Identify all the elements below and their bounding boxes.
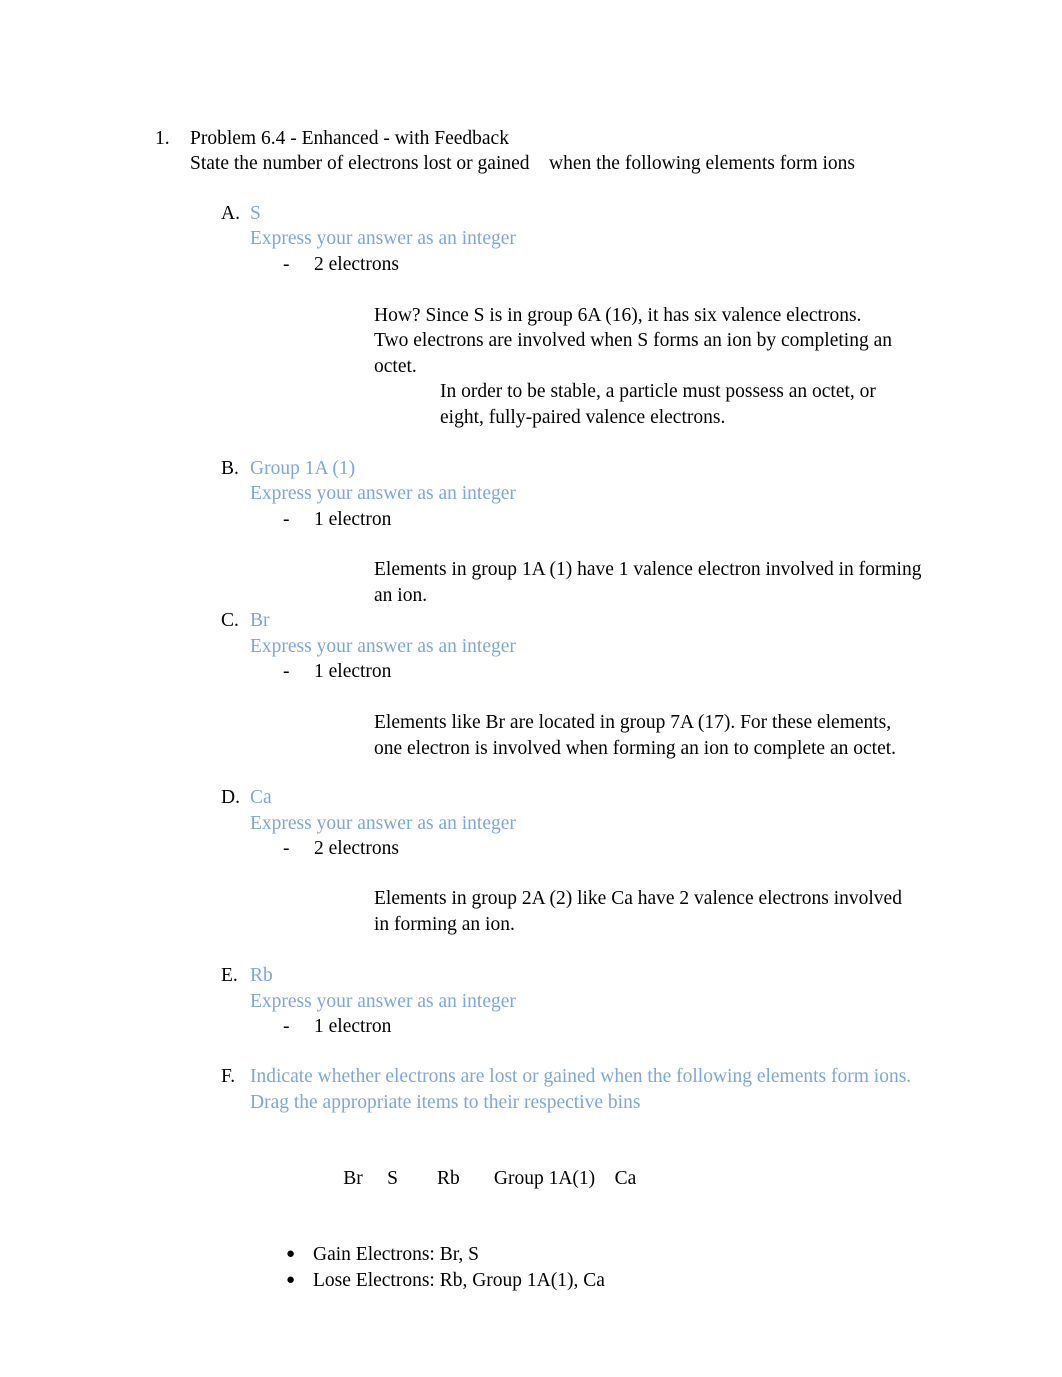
part-c-express-label: Express your answer as an integer (250, 635, 516, 657)
answer-dash-marker: - (283, 1015, 290, 1037)
part-e-body: Rb Express your answer as an integer (250, 963, 1022, 1014)
part-f-instruction-line2: Drag the appropriate items to their resp… (250, 1091, 641, 1113)
part-a-explanation-indented: In order to be stable, a particle must p… (440, 381, 876, 428)
answer-dash-marker: - (283, 660, 290, 682)
part-b-express-label: Express your answer as an integer (250, 483, 516, 505)
part-c: C. Br Express your answer as an integer (0, 608, 1062, 659)
bin-lose-electrons: ● Lose Electrons: Rb, Group 1A(1), Ca (0, 1268, 1062, 1293)
part-b-subject: Group 1A (1) (250, 458, 356, 480)
part-d: D. Ca Express your answer as an integer (0, 785, 1062, 836)
problem-body: Problem 6.4 - Enhanced - with Feedback S… (190, 126, 1022, 177)
part-d-subject: Ca (250, 787, 272, 809)
drag-items-row[interactable]: Br S Rb Group 1A(1) Ca (314, 1140, 1062, 1216)
part-a-answer-row: - 2 electrons (0, 252, 1062, 277)
part-e-subject: Rb (250, 965, 273, 987)
part-a-subject: S (250, 202, 261, 224)
problem-title: Problem 6.4 - Enhanced - with Feedback (190, 128, 509, 149)
part-f-marker: F. (221, 1066, 236, 1088)
part-a-answer: 2 electrons (314, 253, 400, 275)
part-b: B. Group 1A (1) Express your answer as a… (0, 456, 1062, 507)
bullet-dot-icon: ● (286, 1271, 296, 1288)
part-d-express-label: Express your answer as an integer (250, 812, 516, 834)
part-d-marker: D. (221, 787, 240, 809)
drag-item-ca[interactable]: Ca (615, 1168, 637, 1189)
part-c-subject: Br (250, 610, 270, 632)
tab-gap-1 (363, 1168, 387, 1189)
part-a-explanation: How? Since S is in group 6A (16), it has… (374, 305, 892, 377)
part-b-explanation: Elements in group 1A (1) have 1 valence … (374, 559, 922, 606)
part-c-marker: C. (221, 610, 239, 632)
part-b-answer-row: - 1 electron (0, 507, 1062, 532)
part-e: E. Rb Express your answer as an integer (0, 963, 1062, 1014)
part-e-answer: 1 electron (314, 1015, 392, 1037)
part-a-marker: A. (221, 202, 240, 224)
part-b-body: Group 1A (1) Express your answer as an i… (250, 456, 1022, 507)
document-body: 1. Problem 6.4 - Enhanced - with Feedbac… (0, 0, 1062, 1293)
part-e-marker: E. (221, 965, 238, 987)
part-e-express-label: Express your answer as an integer (250, 990, 516, 1012)
part-c-answer: 1 electron (314, 660, 392, 682)
problem-prompt: State the number of electrons lost or ga… (190, 153, 856, 175)
answer-dash-marker: - (283, 508, 290, 530)
bin-gain-electrons: ● Gain Electrons: Br, S (0, 1242, 1062, 1267)
bullet-dot-icon: ● (286, 1246, 296, 1263)
part-a-body: S Express your answer as an integer (250, 201, 1022, 252)
drag-item-rb[interactable]: Rb (437, 1168, 460, 1189)
answer-dash-marker: - (283, 837, 290, 859)
tab-gap-3 (460, 1168, 494, 1189)
part-d-answer: 2 electrons (314, 837, 400, 859)
part-a: A. S Express your answer as an integer (0, 201, 1062, 252)
answer-dash-marker: - (283, 253, 290, 275)
list-marker-1: 1. (155, 128, 170, 149)
part-a-express-label: Express your answer as an integer (250, 228, 516, 250)
part-f-instruction-line1: Indicate whether electrons are lost or g… (250, 1066, 912, 1088)
part-f-body: Indicate whether electrons are lost or g… (250, 1064, 1022, 1115)
bin-lose-electrons-text: Lose Electrons: Rb, Group 1A(1), Ca (313, 1269, 605, 1291)
part-c-explanation: Elements like Br are located in group 7A… (374, 712, 897, 759)
bin-gain-electrons-text: Gain Electrons: Br, S (313, 1244, 480, 1266)
part-b-marker: B. (221, 458, 239, 480)
part-f: F. Indicate whether electrons are lost o… (0, 1064, 1062, 1115)
part-b-answer: 1 electron (314, 508, 392, 530)
part-d-answer-row: - 2 electrons (0, 836, 1062, 861)
tab-gap-4 (595, 1168, 615, 1189)
part-c-body: Br Express your answer as an integer (250, 608, 1022, 659)
part-c-answer-row: - 1 electron (0, 659, 1062, 684)
tab-gap-2 (398, 1168, 437, 1189)
drag-item-group-1a[interactable]: Group 1A(1) (494, 1168, 595, 1189)
problem-list-item: 1. Problem 6.4 - Enhanced - with Feedbac… (0, 126, 1062, 177)
part-d-explanation: Elements in group 2A (2) like Ca have 2 … (374, 888, 902, 935)
drag-item-br[interactable]: Br (343, 1168, 363, 1189)
part-d-body: Ca Express your answer as an integer (250, 785, 1022, 836)
part-e-answer-row: - 1 electron (0, 1014, 1062, 1039)
drag-item-s[interactable]: S (387, 1168, 398, 1189)
document-page: 1. Problem 6.4 - Enhanced - with Feedbac… (0, 0, 1062, 1377)
